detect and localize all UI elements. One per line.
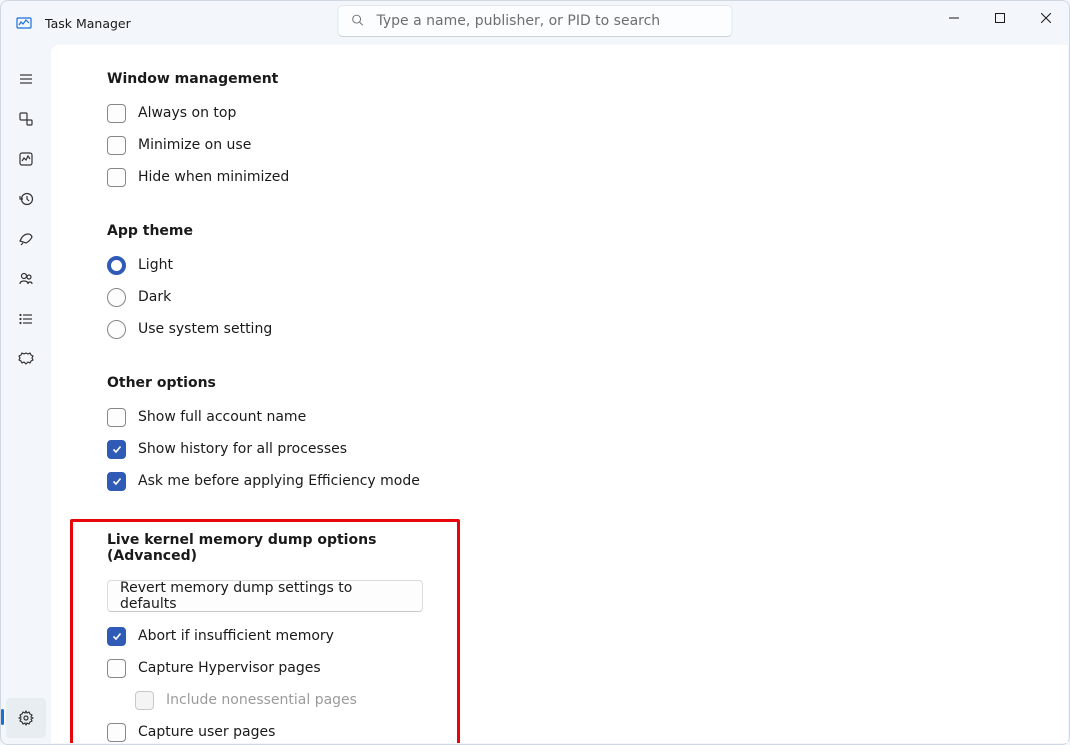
option-label: Show full account name [138,409,306,425]
option-label: Abort if insufficient memory [138,628,334,644]
button-label: Revert memory dump settings to defaults [120,580,410,612]
section-title: Other options [107,375,1032,391]
nav-users[interactable] [6,259,46,299]
option-label: Always on top [138,105,236,121]
revert-dump-button[interactable]: Revert memory dump settings to defaults [107,580,423,612]
option-minimize-on-use[interactable]: Minimize on use [107,129,1032,161]
option-include-nonessential: Include nonessential pages [107,684,423,716]
checkbox-icon [107,659,126,678]
radio-icon [107,320,126,339]
option-label: Light [138,257,173,273]
option-hide-when-minimized[interactable]: Hide when minimized [107,161,1032,193]
checkbox-icon [107,408,126,427]
option-theme-system[interactable]: Use system setting [107,313,1032,345]
option-theme-dark[interactable]: Dark [107,281,1032,313]
nav-details[interactable] [6,299,46,339]
checkbox-icon [107,104,126,123]
option-label: Hide when minimized [138,169,289,185]
maximize-button[interactable] [977,1,1023,35]
sidebar [1,45,51,744]
option-abort-insufficient[interactable]: Abort if insufficient memory [107,620,423,652]
nav-hamburger[interactable] [6,59,46,99]
checkbox-icon [107,723,126,742]
search-box[interactable] [338,5,733,37]
nav-history[interactable] [6,179,46,219]
checkbox-icon [107,627,126,646]
search-input[interactable] [377,13,720,29]
nav-settings[interactable] [6,698,46,738]
nav-performance[interactable] [6,139,46,179]
option-label: Include nonessential pages [166,692,357,708]
checkbox-icon [135,691,154,710]
option-efficiency-mode[interactable]: Ask me before applying Efficiency mode [107,465,1032,497]
section-title: Window management [107,71,1032,87]
option-label: Capture Hypervisor pages [138,660,321,676]
option-always-on-top[interactable]: Always on top [107,97,1032,129]
app-icon [15,14,33,32]
search-icon [351,12,365,31]
checkbox-icon [107,440,126,459]
option-label: Use system setting [138,321,272,337]
checkbox-icon [107,472,126,491]
window-title: Task Manager [45,16,131,31]
option-full-account[interactable]: Show full account name [107,401,1032,433]
option-label: Show history for all processes [138,441,347,457]
titlebar: Task Manager [1,1,1069,45]
section-title: Live kernel memory dump options (Advance… [107,532,423,564]
checkbox-icon [107,168,126,187]
option-label: Dark [138,289,171,305]
option-capture-user-pages[interactable]: Capture user pages [107,716,423,743]
nav-processes[interactable] [6,99,46,139]
nav-services[interactable] [6,339,46,379]
section-window-management: Window management Always on top Minimize… [107,71,1032,193]
minimize-button[interactable] [931,1,977,35]
section-app-theme: App theme Light Dark Use system setting [107,223,1032,345]
settings-content: Window management Always on top Minimize… [51,45,1068,743]
option-capture-hypervisor[interactable]: Capture Hypervisor pages [107,652,423,684]
option-theme-light[interactable]: Light [107,249,1032,281]
nav-startup[interactable] [6,219,46,259]
radio-icon [107,288,126,307]
checkbox-icon [107,136,126,155]
window-controls [931,1,1069,35]
radio-icon [107,256,126,275]
section-kernel-dump-highlight: Live kernel memory dump options (Advance… [70,519,460,743]
option-label: Capture user pages [138,724,275,740]
option-history-all[interactable]: Show history for all processes [107,433,1032,465]
section-other-options: Other options Show full account name Sho… [107,375,1032,497]
close-button[interactable] [1023,1,1069,35]
option-label: Ask me before applying Efficiency mode [138,473,420,489]
option-label: Minimize on use [138,137,251,153]
section-title: App theme [107,223,1032,239]
